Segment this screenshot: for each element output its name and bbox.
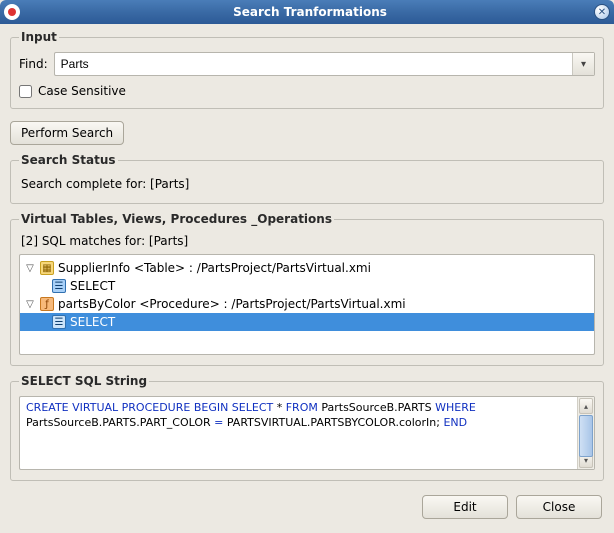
results-summary: [2] SQL matches for: [Parts] xyxy=(19,234,595,254)
find-dropdown-button[interactable]: ▾ xyxy=(572,53,594,75)
sql-token: PartsSourceB.PARTS xyxy=(318,401,435,414)
tree-twisty-icon[interactable]: ▽ xyxy=(24,263,36,274)
sql-legend: SELECT SQL String xyxy=(19,374,149,388)
sql-keyword: CREATE VIRTUAL PROCEDURE BEGIN SELECT xyxy=(26,401,273,414)
sql-token: PARTSVIRTUAL.PARTSBYCOLOR.colorIn; xyxy=(223,416,443,429)
select-icon: ☰ xyxy=(52,315,66,329)
results-legend: Virtual Tables, Views, Procedures _Opera… xyxy=(19,212,334,226)
scroll-track[interactable] xyxy=(578,415,594,451)
tree-child-label: SELECT xyxy=(70,279,115,293)
sql-operator: = xyxy=(214,416,223,429)
perform-search-button[interactable]: Perform Search xyxy=(10,121,124,145)
search-status-legend: Search Status xyxy=(19,153,118,167)
input-legend: Input xyxy=(19,30,59,44)
titlebar: Search Tranformations ✕ xyxy=(0,0,614,24)
find-label: Find: xyxy=(19,57,48,71)
tree-item-procedure[interactable]: ▽ ƒ partsByColor <Procedure> : /PartsPro… xyxy=(20,295,594,313)
table-icon: ▦ xyxy=(40,261,54,275)
procedure-icon: ƒ xyxy=(40,297,54,311)
tree-item-label: partsByColor <Procedure> : /PartsProject… xyxy=(58,297,406,311)
select-icon: ☰ xyxy=(52,279,66,293)
scroll-thumb[interactable] xyxy=(579,415,593,457)
tree-item-label: SupplierInfo <Table> : /PartsProject/Par… xyxy=(58,261,371,275)
tree-child-select[interactable]: ☰ SELECT xyxy=(20,313,594,331)
tree-child-label: SELECT xyxy=(70,315,115,329)
window-close-button[interactable]: ✕ xyxy=(594,4,610,20)
case-sensitive-label: Case Sensitive xyxy=(38,84,126,98)
sql-keyword: FROM xyxy=(286,401,318,414)
chevron-down-icon: ▾ xyxy=(581,59,586,70)
results-group: Virtual Tables, Views, Procedures _Opera… xyxy=(10,212,604,366)
scroll-up-button[interactable]: ▴ xyxy=(579,398,593,414)
tree-child-select[interactable]: ☰ SELECT xyxy=(20,277,594,295)
find-combobox[interactable]: ▾ xyxy=(54,52,595,76)
sql-keyword: WHERE xyxy=(435,401,476,414)
results-tree[interactable]: ▽ ▦ SupplierInfo <Table> : /PartsProject… xyxy=(19,254,595,355)
sql-token: * xyxy=(273,401,286,414)
tree-item-table[interactable]: ▽ ▦ SupplierInfo <Table> : /PartsProject… xyxy=(20,259,594,277)
app-icon xyxy=(4,4,20,20)
case-sensitive-checkbox[interactable] xyxy=(19,85,32,98)
search-status-group: Search Status Search complete for: [Part… xyxy=(10,153,604,204)
window-title: Search Tranformations xyxy=(26,5,594,19)
sql-scrollbar[interactable]: ▴ ▾ xyxy=(577,397,594,469)
sql-token: PartsSourceB.PARTS.PART_COLOR xyxy=(26,416,214,429)
sql-text-area[interactable]: CREATE VIRTUAL PROCEDURE BEGIN SELECT * … xyxy=(20,397,577,469)
sql-keyword: END xyxy=(443,416,467,429)
edit-button[interactable]: Edit xyxy=(422,495,508,519)
input-group: Input Find: ▾ Case Sensitive xyxy=(10,30,604,109)
tree-twisty-icon[interactable]: ▽ xyxy=(24,299,36,310)
find-input[interactable] xyxy=(55,53,572,75)
close-button[interactable]: Close xyxy=(516,495,602,519)
sql-group: SELECT SQL String CREATE VIRTUAL PROCEDU… xyxy=(10,374,604,481)
search-status-text: Search complete for: [Parts] xyxy=(19,175,595,193)
